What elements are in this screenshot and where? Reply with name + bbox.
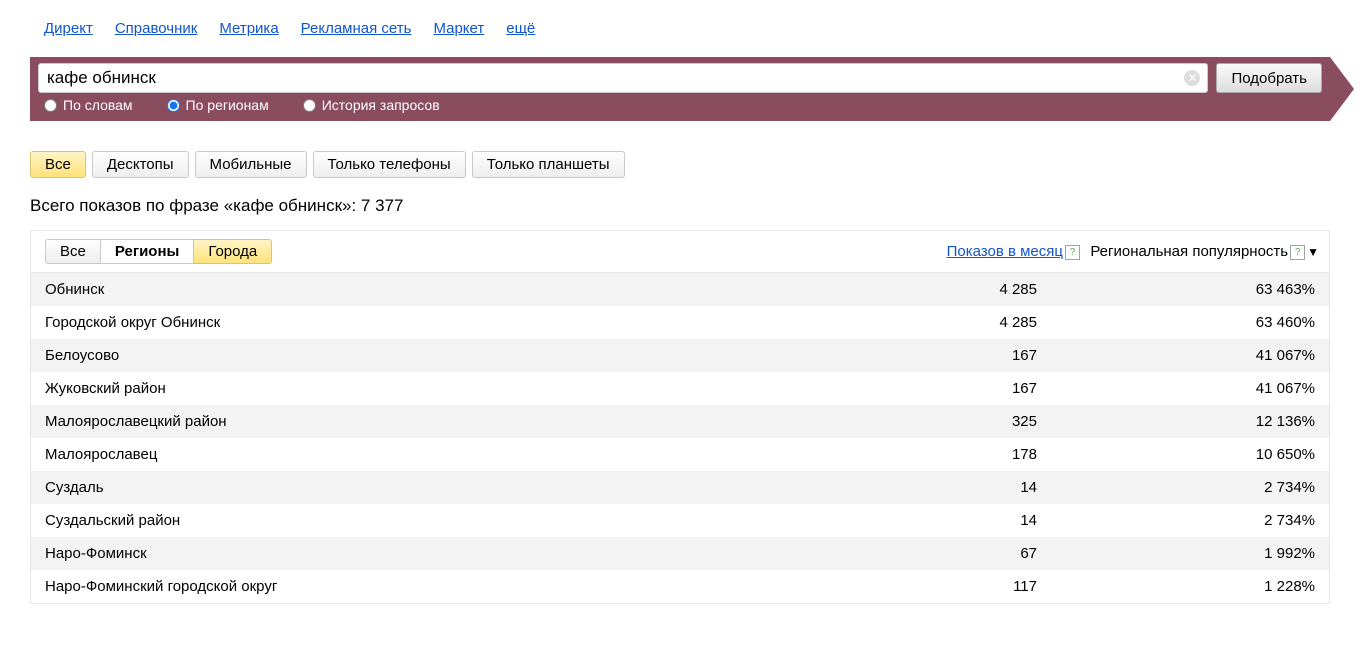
- cell-impressions: 325: [843, 405, 1051, 438]
- topnav-link[interactable]: Справочник: [115, 20, 198, 37]
- cell-region: Городской округ Обнинск: [31, 306, 843, 339]
- mode-by-words[interactable]: По словам: [44, 97, 133, 113]
- mode-radios: По словам По регионам История запросов: [30, 93, 1330, 113]
- totals-suffix: »:: [342, 196, 361, 215]
- cell-region: Наро-Фоминский городской округ: [31, 570, 843, 603]
- totals-count: 7 377: [361, 196, 404, 215]
- totals-prefix: Всего показов по фразе «: [30, 196, 233, 215]
- cell-region: Малоярославец: [31, 438, 843, 471]
- col-popularity[interactable]: Региональная популярность: [1090, 243, 1288, 260]
- cell-impressions: 14: [843, 504, 1051, 537]
- region-tab[interactable]: Регионы: [100, 239, 194, 264]
- cell-impressions: 167: [843, 372, 1051, 405]
- region-tab[interactable]: Города: [193, 239, 272, 264]
- cell-popularity: 41 067%: [1051, 339, 1329, 372]
- search-input-wrap: ✕: [38, 63, 1208, 93]
- device-tab[interactable]: Мобильные: [195, 151, 307, 178]
- cell-region: Жуковский район: [31, 372, 843, 405]
- cell-region: Малоярославецкий район: [31, 405, 843, 438]
- mode-history-label: История запросов: [322, 97, 440, 113]
- searchbar-arrow: [1330, 57, 1354, 121]
- device-tab[interactable]: Все: [30, 151, 86, 178]
- cell-popularity: 63 463%: [1051, 273, 1329, 306]
- device-tab[interactable]: Только телефоны: [313, 151, 466, 178]
- cell-impressions: 178: [843, 438, 1051, 471]
- table-row: Белоусово16741 067%: [31, 339, 1329, 372]
- results-table: Обнинск4 28563 463%Городской округ Обнин…: [31, 273, 1329, 603]
- table-row: Наро-Фоминский городской округ1171 228%: [31, 570, 1329, 603]
- cell-popularity: 10 650%: [1051, 438, 1329, 471]
- cell-popularity: 2 734%: [1051, 504, 1329, 537]
- table-row: Наро-Фоминск671 992%: [31, 537, 1329, 570]
- help-icon[interactable]: ?: [1065, 245, 1080, 260]
- cell-region: Суздаль: [31, 471, 843, 504]
- totals-line: Всего показов по фразе «кафе обнинск»: 7…: [30, 196, 1330, 216]
- results-panel: ВсеРегионыГорода Показов в месяц? Регион…: [30, 230, 1330, 604]
- topnav-link[interactable]: ещё: [506, 20, 535, 37]
- topnav-link[interactable]: Рекламная сеть: [301, 20, 412, 37]
- cell-popularity: 41 067%: [1051, 372, 1329, 405]
- table-row: Суздальский район142 734%: [31, 504, 1329, 537]
- cell-region: Суздальский район: [31, 504, 843, 537]
- table-row: Обнинск4 28563 463%: [31, 273, 1329, 306]
- region-tabs: ВсеРегионыГорода: [45, 239, 272, 264]
- table-row: Жуковский район16741 067%: [31, 372, 1329, 405]
- clear-icon[interactable]: ✕: [1184, 70, 1200, 86]
- mode-history[interactable]: История запросов: [303, 97, 440, 113]
- cell-region: Обнинск: [31, 273, 843, 306]
- region-tab[interactable]: Все: [45, 239, 101, 264]
- top-nav: Директ Справочник Метрика Рекламная сеть Мар…: [44, 20, 1330, 37]
- device-tabs: ВсеДесктопыМобильныеТолько телефоныТольк…: [30, 151, 1330, 178]
- cell-popularity: 63 460%: [1051, 306, 1329, 339]
- cell-impressions: 4 285: [843, 273, 1051, 306]
- table-row: Суздаль142 734%: [31, 471, 1329, 504]
- mode-by-regions[interactable]: По регионам: [167, 97, 269, 113]
- table-row: Малоярославецкий район32512 136%: [31, 405, 1329, 438]
- table-row: Городской округ Обнинск4 28563 460%: [31, 306, 1329, 339]
- search-bar: ✕ Подобрать По словам По регионам Истори…: [30, 57, 1330, 121]
- cell-impressions: 67: [843, 537, 1051, 570]
- cell-impressions: 167: [843, 339, 1051, 372]
- mode-by-words-label: По словам: [63, 97, 133, 113]
- help-icon[interactable]: ?: [1290, 245, 1305, 260]
- cell-impressions: 4 285: [843, 306, 1051, 339]
- search-input[interactable]: [38, 63, 1208, 93]
- table-row: Малоярославец17810 650%: [31, 438, 1329, 471]
- submit-button[interactable]: Подобрать: [1216, 63, 1322, 93]
- device-tab[interactable]: Десктопы: [92, 151, 189, 178]
- cell-popularity: 12 136%: [1051, 405, 1329, 438]
- cell-region: Наро-Фоминск: [31, 537, 843, 570]
- sort-desc-icon: ▼: [1307, 245, 1319, 259]
- col-impressions[interactable]: Показов в месяц: [947, 243, 1063, 260]
- cell-impressions: 14: [843, 471, 1051, 504]
- mode-by-regions-label: По регионам: [186, 97, 269, 113]
- totals-phrase: кафе обнинск: [233, 196, 342, 215]
- cell-impressions: 117: [843, 570, 1051, 603]
- topnav-link[interactable]: Маркет: [433, 20, 484, 37]
- cell-popularity: 1 228%: [1051, 570, 1329, 603]
- topnav-link[interactable]: Директ: [44, 20, 93, 37]
- cell-popularity: 1 992%: [1051, 537, 1329, 570]
- device-tab[interactable]: Только планшеты: [472, 151, 625, 178]
- cell-region: Белоусово: [31, 339, 843, 372]
- topnav-link[interactable]: Метрика: [219, 20, 278, 37]
- sort-columns: Показов в месяц? Региональная популярнос…: [947, 243, 1319, 260]
- cell-popularity: 2 734%: [1051, 471, 1329, 504]
